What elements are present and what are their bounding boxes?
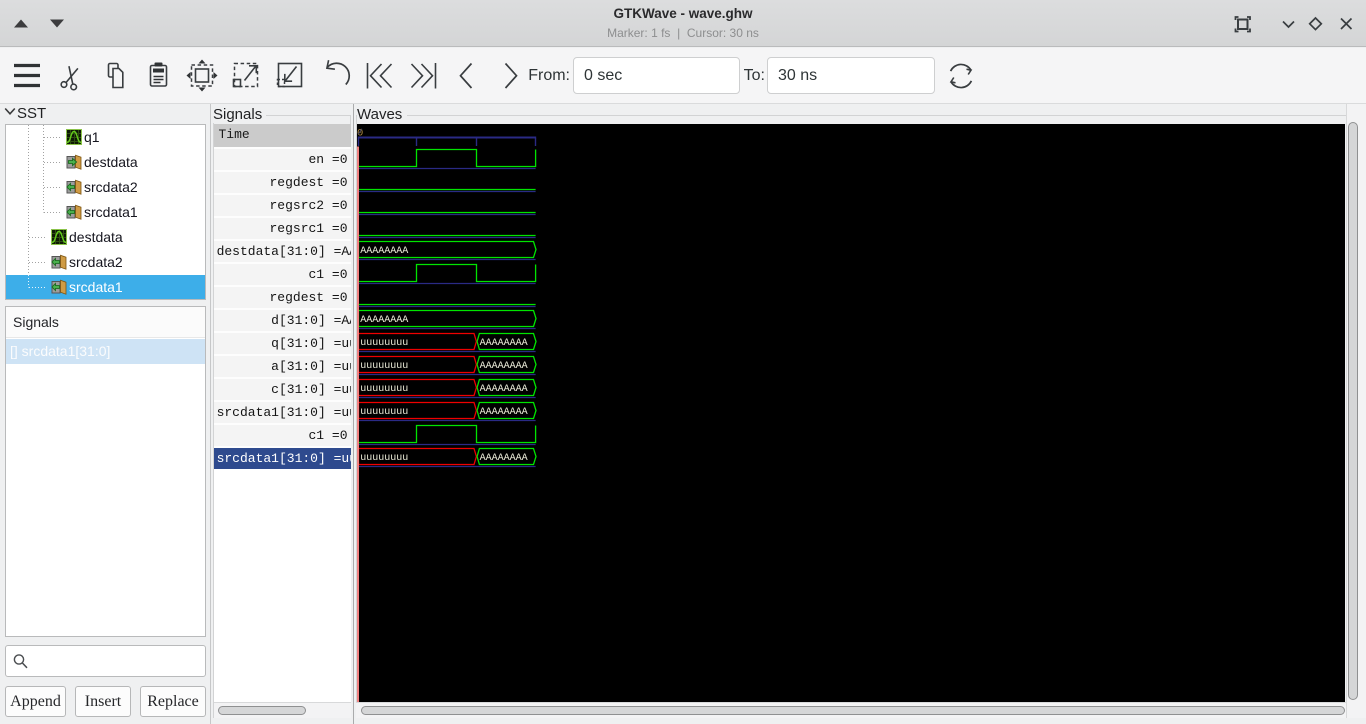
- svg-text:uuuuuuuu: uuuuuuuu: [360, 453, 408, 464]
- svg-text:uuuuuuuu: uuuuuuuu: [360, 338, 408, 349]
- svg-text:0: 0: [357, 128, 363, 140]
- svg-text:uuuuuuuu: uuuuuuuu: [360, 361, 408, 372]
- svg-text:AAAAAAAA: AAAAAAAA: [480, 384, 528, 395]
- svg-text:AAAAAAAA: AAAAAAAA: [480, 338, 528, 349]
- svg-text:AAAAAAAA: AAAAAAAA: [480, 453, 528, 464]
- svg-text:AAAAAAAA: AAAAAAAA: [360, 246, 408, 257]
- svg-text:AAAAAAAA: AAAAAAAA: [360, 315, 408, 326]
- svg-text:uuuuuuuu: uuuuuuuu: [360, 407, 408, 418]
- svg-text:AAAAAAAA: AAAAAAAA: [480, 407, 528, 418]
- svg-text:uuuuuuuu: uuuuuuuu: [360, 384, 408, 395]
- svg-text:AAAAAAAA: AAAAAAAA: [480, 361, 528, 372]
